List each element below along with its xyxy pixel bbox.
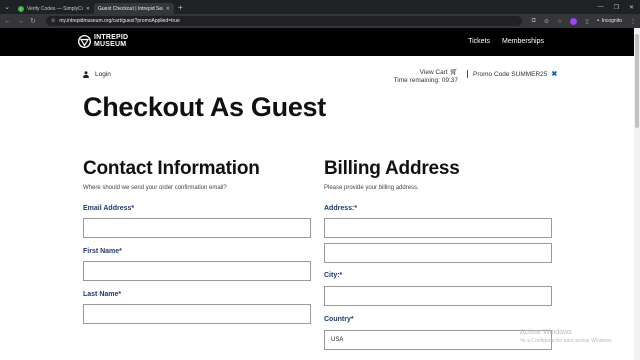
browser-tabbar: ⌄ ✓ Verify Codes — SimplyCodes ✕ Guest C… (0, 0, 640, 14)
country-select[interactable]: USA (324, 330, 552, 350)
tab-verify-codes[interactable]: ✓ Verify Codes — SimplyCodes ✕ (14, 3, 94, 14)
close-tab-icon[interactable]: ✕ (86, 6, 90, 12)
incognito-badge[interactable]: ◓ Incognito (597, 18, 622, 24)
city-label: City:* (324, 272, 343, 279)
watermark-subtitle: Ve a Configuración para activar Windows. (520, 338, 613, 344)
close-window-icon[interactable]: ✕ (629, 4, 634, 11)
incognito-icon: ◓ (596, 18, 600, 24)
remove-promo-icon[interactable]: ✖ (551, 70, 557, 78)
incognito-label: Incognito (601, 18, 622, 24)
last-name-field[interactable] (83, 304, 311, 324)
url-text: my.intrepidmuseum.org/cart/guest?promoAp… (59, 18, 180, 24)
eye-off-icon[interactable]: ⊘ (544, 18, 549, 25)
address-bar[interactable]: ⚙ my.intrepidmuseum.org/cart/guest?promo… (45, 16, 522, 26)
reload-icon[interactable]: ↻ (30, 17, 36, 25)
billing-section-title: Billing Address (324, 158, 460, 179)
cart-icon: 🛒︎ (449, 69, 458, 76)
main-nav: Tickets Memberships (468, 38, 544, 45)
contact-section-title: Contact Information (83, 158, 260, 179)
simplycodes-favicon-icon: ✓ (18, 5, 24, 12)
logo-line2: MUSEUM (94, 41, 127, 48)
login-label: Login (95, 71, 111, 78)
tab-search-icon[interactable]: ⌄ (0, 0, 14, 14)
country-label: Country* (324, 316, 354, 323)
page-title: Checkout As Guest (83, 92, 326, 122)
translate-icon[interactable]: ⧉ (532, 18, 536, 25)
view-cart-link[interactable]: View Cart 🛒︎ (388, 69, 458, 77)
view-cart-label: View Cart (419, 69, 448, 76)
site-info-icon[interactable]: ⚙ (51, 18, 55, 24)
site-header: INTREPID MUSEUM Tickets Memberships (0, 28, 634, 56)
promo-code-label: Promo Code SUMMER25 (473, 70, 548, 78)
menu-icon[interactable]: ⋮ (630, 18, 636, 25)
restore-icon[interactable]: ❐ (614, 4, 619, 11)
address-line1-field[interactable] (324, 218, 552, 238)
window-controls: — ❐ ✕ (598, 0, 640, 14)
time-remaining: Time remaining: 09:37 (393, 77, 458, 84)
intrepid-logo[interactable]: INTREPID MUSEUM (78, 34, 128, 48)
scrollbar-thumb[interactable] (635, 34, 639, 128)
page-scrollbar[interactable] (634, 28, 640, 360)
tab-title: Verify Codes — SimplyCodes (27, 5, 83, 12)
nav-tickets[interactable]: Tickets (468, 38, 490, 45)
logo-text: INTREPID MUSEUM (94, 34, 128, 48)
last-name-label: Last Name* (83, 291, 122, 298)
browser-toolbar: ← → ↻ ⚙ my.intrepidmuseum.org/cart/guest… (0, 14, 640, 28)
minimize-icon[interactable]: — (598, 4, 604, 10)
back-icon[interactable]: ← (4, 18, 11, 25)
address-label: Address:* (324, 205, 358, 212)
billing-subtitle: Please provide your billing address. (324, 185, 419, 191)
tab-guest-checkout[interactable]: Guest Checkout | Intrepid Sea... ✕ (94, 3, 174, 14)
user-icon (83, 71, 89, 78)
first-name-label: First Name* (83, 248, 122, 255)
cart-block: View Cart 🛒︎ Time remaining: 09:37 (388, 69, 458, 85)
contact-subtitle: Where should we send your order confirma… (83, 185, 227, 191)
login-link[interactable]: Login (83, 71, 111, 78)
watermark-title: Activar Windows (520, 329, 572, 336)
new-tab-icon[interactable]: + (178, 3, 183, 12)
close-tab-icon[interactable]: ✕ (166, 6, 170, 12)
city-field[interactable] (324, 286, 552, 306)
forward-icon[interactable]: → (17, 18, 24, 25)
email-field[interactable] (83, 218, 311, 238)
divider (467, 70, 468, 78)
first-name-field[interactable] (83, 261, 311, 281)
extension-icon[interactable] (570, 17, 578, 25)
bookmark-star-icon[interactable]: ☆ (557, 18, 562, 25)
windows-activation-watermark: Activar Windows Ve a Configuración para … (520, 328, 613, 346)
promo-code: Promo Code SUMMER25 ✖ (473, 70, 557, 79)
address-line2-field[interactable] (324, 243, 552, 263)
tab-title: Guest Checkout | Intrepid Sea... (98, 5, 163, 12)
email-label: Email Address* (83, 205, 135, 212)
toolbar-icons: ⧉ ⊘ ☆ ▯ ◓ Incognito ⋮ (532, 17, 636, 25)
intrepid-logo-mark-icon (78, 34, 91, 48)
nav-memberships[interactable]: Memberships (502, 38, 544, 45)
sidebar-icon[interactable]: ▯ (585, 18, 588, 25)
logo-line1: INTREPID (94, 34, 129, 41)
